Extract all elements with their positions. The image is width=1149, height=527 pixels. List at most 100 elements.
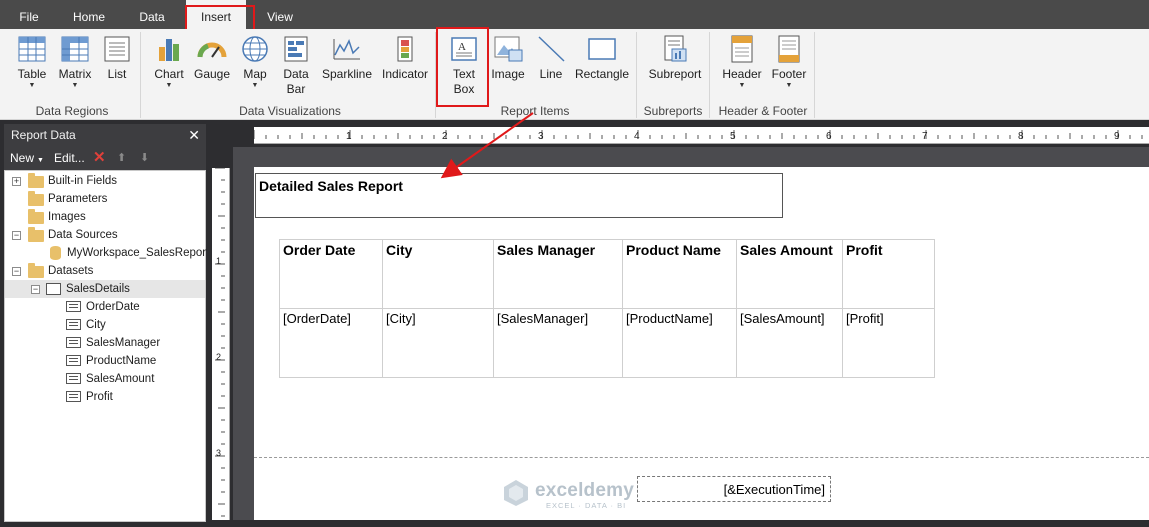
tab-data[interactable]: Data [130, 0, 174, 29]
table-header-cell[interactable]: City [382, 239, 494, 309]
dataset-icon [46, 283, 61, 295]
svg-text:A: A [458, 41, 466, 53]
ruler-label: 1 [346, 131, 352, 142]
arrow-down-icon[interactable]: ⬇ [140, 146, 149, 170]
tab-file[interactable]: File [8, 0, 50, 29]
report-data-toolbar: New ▼ Edit... ✕ ⬆ ⬇ [4, 146, 206, 170]
subreport-button[interactable]: Subreport [646, 33, 704, 82]
new-button[interactable]: New ▼ [10, 146, 44, 173]
report-builder-window: File Home Data Insert View Table ▼ Matri… [0, 0, 1149, 527]
gauge-button[interactable]: Gauge [193, 33, 231, 82]
indicator-icon [397, 36, 413, 62]
chevron-down-icon: ▼ [37, 157, 44, 164]
subreport-icon [664, 35, 687, 62]
chart-icon [159, 39, 179, 61]
tree-item-data-source[interactable]: MyWorkspace_SalesReport [5, 244, 209, 262]
table-header-cell[interactable]: Order Date [279, 239, 383, 309]
edit-button[interactable]: Edit... [54, 146, 85, 170]
group-label-report-items: Report Items [500, 104, 570, 118]
ruler-ticks: 1 2 3 [215, 167, 225, 517]
table-detail-cell[interactable]: [Profit] [842, 308, 935, 378]
chevron-down-icon: ▼ [165, 82, 173, 89]
table-icon [18, 36, 46, 62]
data-bar-button[interactable]: Data Bar [280, 33, 312, 97]
table-header-cell[interactable]: Profit [842, 239, 935, 309]
text-box-button[interactable]: A Text Box [444, 33, 484, 97]
tree-item-datasets[interactable]: − Datasets [5, 262, 205, 280]
tree-item-parameters[interactable]: Parameters [5, 190, 205, 208]
page-footer-divider [254, 457, 1149, 458]
collapse-icon[interactable]: − [12, 267, 21, 276]
ruler-ticks: 1 2 3 4 5 6 7 8 9 [253, 130, 1143, 142]
ruler-label: 3 [538, 131, 544, 142]
tab-insert[interactable]: Insert [186, 0, 246, 29]
collapse-icon[interactable]: − [31, 285, 40, 294]
tree-item-dataset[interactable]: − SalesDetails [5, 280, 205, 298]
table-detail-cell[interactable]: [OrderDate] [279, 308, 383, 378]
table-detail-cell[interactable]: [City] [382, 308, 494, 378]
tab-home[interactable]: Home [66, 0, 112, 29]
tree-item-field[interactable]: ProductName [5, 352, 205, 370]
group-label-header-footer: Header & Footer [718, 104, 808, 118]
table-detail-row: [OrderDate] [City] [SalesManager] [Produ… [279, 308, 935, 378]
close-icon[interactable]: ✕ [188, 124, 200, 146]
vertical-ruler: 1 2 3 [212, 167, 230, 520]
table-detail-cell[interactable]: [ProductName] [622, 308, 737, 378]
table-button[interactable]: Table ▼ [13, 33, 51, 90]
ruler-label: 1 [216, 256, 221, 266]
tree-item-built-in-fields[interactable]: + Built-in Fields [5, 172, 205, 190]
map-button[interactable]: Map ▼ [238, 33, 272, 90]
matrix-button[interactable]: Matrix ▼ [56, 33, 94, 90]
ruler-label: 5 [730, 131, 736, 142]
rectangle-button[interactable]: Rectangle [574, 33, 630, 82]
tree-item-data-sources[interactable]: − Data Sources [5, 226, 205, 244]
table-header-cell[interactable]: Sales Amount [736, 239, 843, 309]
table-header-cell[interactable]: Sales Manager [493, 239, 623, 309]
table-header-cell[interactable]: Product Name [622, 239, 737, 309]
chevron-down-icon: ▼ [71, 82, 79, 89]
footer-icon [778, 35, 800, 63]
ruler-label: 8 [1018, 131, 1024, 142]
tree-item-field[interactable]: SalesManager [5, 334, 205, 352]
tree-item-field[interactable]: SalesAmount [5, 370, 205, 388]
footer-button[interactable]: Footer ▼ [768, 33, 810, 90]
rectangle-icon [588, 38, 616, 60]
chevron-down-icon: ▼ [738, 82, 746, 89]
folder-icon [28, 209, 44, 224]
report-title-textbox[interactable]: Detailed Sales Report [255, 173, 783, 218]
tree-item-images[interactable]: Images [5, 208, 205, 226]
list-button[interactable]: List [100, 33, 134, 82]
image-button[interactable]: Image [490, 33, 526, 82]
tree-item-field[interactable]: City [5, 316, 205, 334]
ribbon-insert: Table ▼ Matrix ▼ List Data Regions Chart… [0, 27, 1149, 120]
database-icon [50, 246, 61, 260]
header-button[interactable]: Header ▼ [720, 33, 764, 90]
arrow-up-icon[interactable]: ⬆ [117, 146, 126, 170]
horizontal-ruler: 1 2 3 4 5 6 7 8 9 [253, 127, 1149, 144]
tree-item-field[interactable]: Profit [5, 388, 205, 406]
execution-time-textbox[interactable]: [&ExecutionTime] [637, 476, 831, 502]
field-icon [66, 319, 81, 330]
line-button[interactable]: Line [534, 33, 568, 82]
data-bar-icon [284, 36, 308, 62]
sparkline-button[interactable]: Sparkline [320, 33, 374, 82]
line-icon [538, 36, 565, 62]
table-header-row: Order Date City Sales Manager Product Na… [279, 239, 935, 309]
table-detail-cell[interactable]: [SalesManager] [493, 308, 623, 378]
tree-item-field[interactable]: OrderDate [5, 298, 205, 316]
gauge-icon [197, 42, 227, 58]
table-detail-cell[interactable]: [SalesAmount] [736, 308, 843, 378]
ruler-label: 9 [1114, 131, 1120, 142]
ruler-label: 4 [634, 131, 640, 142]
collapse-icon[interactable]: − [12, 231, 21, 240]
text-box-icon: A [451, 37, 477, 61]
group-separator [140, 32, 141, 118]
report-table[interactable]: Order Date City Sales Manager Product Na… [279, 239, 935, 378]
report-data-panel-header: Report Data ✕ [4, 124, 206, 146]
expand-icon[interactable]: + [12, 177, 21, 186]
group-separator [636, 32, 637, 118]
chart-button[interactable]: Chart ▼ [151, 33, 187, 90]
tab-view[interactable]: View [258, 0, 302, 29]
delete-icon[interactable]: ✕ [93, 146, 106, 170]
indicator-button[interactable]: Indicator [380, 33, 430, 82]
